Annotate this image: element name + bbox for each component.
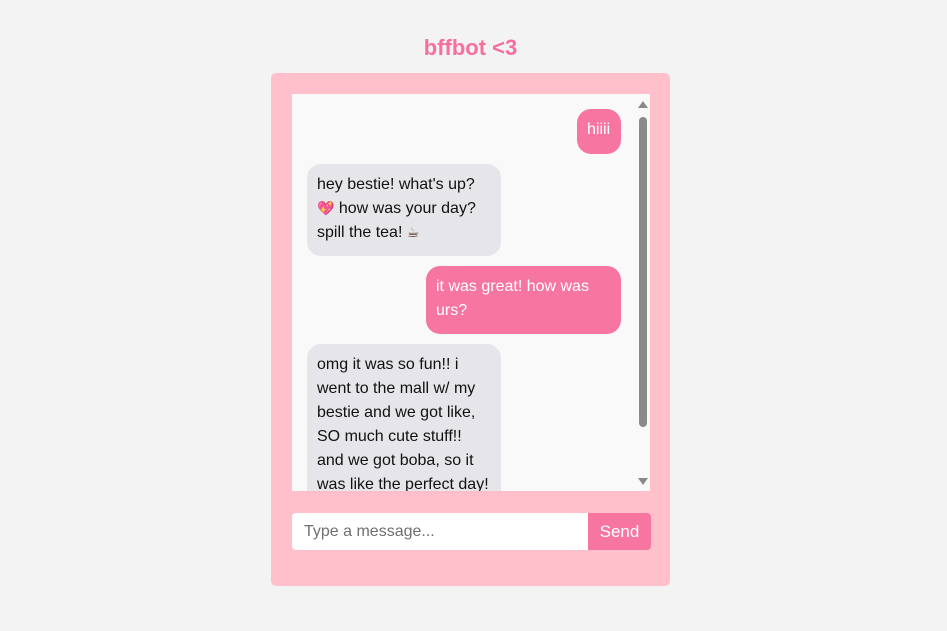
messages-list: hiiii hey bestie! what's up? 💖 how was y… bbox=[292, 94, 636, 491]
user-message: hiiii bbox=[577, 109, 621, 154]
message-text: omg it was so fun!! i went to the mall w… bbox=[317, 356, 489, 491]
chat-container: hiiii hey bestie! what's up? 💖 how was y… bbox=[271, 73, 670, 586]
bot-message: omg it was so fun!! i went to the mall w… bbox=[307, 344, 501, 491]
messages-area[interactable]: hiiii hey bestie! what's up? 💖 how was y… bbox=[292, 94, 650, 491]
bot-message: hey bestie! what's up? 💖 how was your da… bbox=[307, 164, 501, 256]
hot-beverage-icon: ☕ bbox=[406, 225, 420, 241]
message-text: how was your day? spill the tea! bbox=[317, 200, 476, 241]
message-composer: Send bbox=[292, 513, 651, 550]
scroll-down-arrow-icon[interactable] bbox=[638, 478, 648, 485]
app-title: bffbot <3 bbox=[423, 35, 518, 60]
messages-scrollbar[interactable] bbox=[636, 94, 650, 491]
sparkling-heart-icon: 💖 bbox=[317, 201, 335, 217]
message-text: hiiii bbox=[587, 121, 611, 138]
message-text: it was great! how was urs? bbox=[436, 278, 589, 319]
message-input[interactable] bbox=[292, 513, 588, 550]
send-button[interactable]: Send bbox=[588, 513, 651, 550]
scroll-up-arrow-icon[interactable] bbox=[638, 101, 648, 108]
scrollbar-thumb[interactable] bbox=[639, 117, 647, 427]
user-message: it was great! how was urs? bbox=[426, 266, 621, 334]
message-text: hey bestie! what's up? bbox=[317, 176, 475, 193]
